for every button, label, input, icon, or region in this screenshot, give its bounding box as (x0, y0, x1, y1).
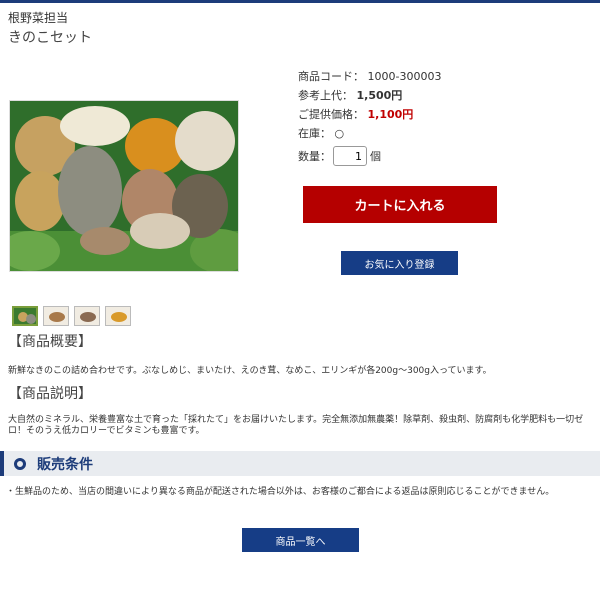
conditions-header: 販売条件 (0, 451, 600, 476)
product-info: 商品コード： 1000-300003 参考上代： 1,500円 ご提供価格： 1… (298, 67, 441, 143)
code-label: 商品コード： (298, 70, 364, 83)
quantity-row: 数量： 個 (298, 146, 381, 166)
overview-heading: 【商品概要】 (8, 334, 92, 350)
quantity-input[interactable] (333, 146, 367, 166)
stock-value: ○ (334, 127, 345, 140)
ref-price-label: 参考上代： (298, 89, 353, 102)
product-title: きのこセット (8, 30, 92, 46)
stock-row: 在庫： ○ (298, 124, 441, 143)
description-text: 大自然のミネラル、栄養豊富な土で育った「採れたて」をお届けいたします。完全無添加… (8, 415, 584, 436)
thumbnail-image (75, 307, 99, 325)
thumbnail-image (44, 307, 68, 325)
quantity-label: 数量： (298, 150, 331, 163)
stock-label: 在庫： (298, 127, 331, 140)
shop-name: 根野菜担当 (8, 11, 69, 25)
ref-price-value: 1,500円 (356, 89, 403, 102)
code-value: 1000-300003 (367, 70, 442, 83)
add-to-favorites-button[interactable]: お気に入り登録 (341, 251, 458, 275)
conditions-text: ・生鮮品のため、当店の間違いにより異なる商品が配送された場合以外は、お客様のご都… (6, 487, 555, 497)
code-row: 商品コード： 1000-300003 (298, 67, 441, 86)
ref-price-row: 参考上代： 1,500円 (298, 86, 441, 105)
mushroom-photo-illustration (10, 101, 238, 271)
thumbnail-strip (12, 306, 131, 326)
circle-icon (14, 457, 26, 470)
thumbnail-image (106, 307, 130, 325)
thumbnail-3[interactable] (74, 306, 100, 326)
description-heading: 【商品説明】 (8, 386, 92, 402)
product-photo[interactable] (9, 100, 239, 272)
overview-text: 新鮮なきのこの詰め合わせです。ぶなしめじ、まいたけ、えのき茸、なめこ、エリンギが… (8, 366, 492, 376)
price-label: ご提供価格： (298, 108, 364, 121)
thumbnail-2[interactable] (43, 306, 69, 326)
conditions-title: 販売条件 (37, 456, 93, 473)
add-to-cart-button[interactable]: カートに入れる (303, 186, 497, 223)
quantity-unit: 個 (370, 150, 381, 163)
thumbnail-image (14, 308, 36, 324)
thumbnail-1[interactable] (12, 306, 38, 326)
price-value: 1,100円 (367, 108, 414, 121)
top-rule (0, 0, 600, 3)
product-list-button[interactable]: 商品一覧へ (242, 528, 359, 552)
price-row: ご提供価格： 1,100円 (298, 105, 441, 124)
thumbnail-4[interactable] (105, 306, 131, 326)
